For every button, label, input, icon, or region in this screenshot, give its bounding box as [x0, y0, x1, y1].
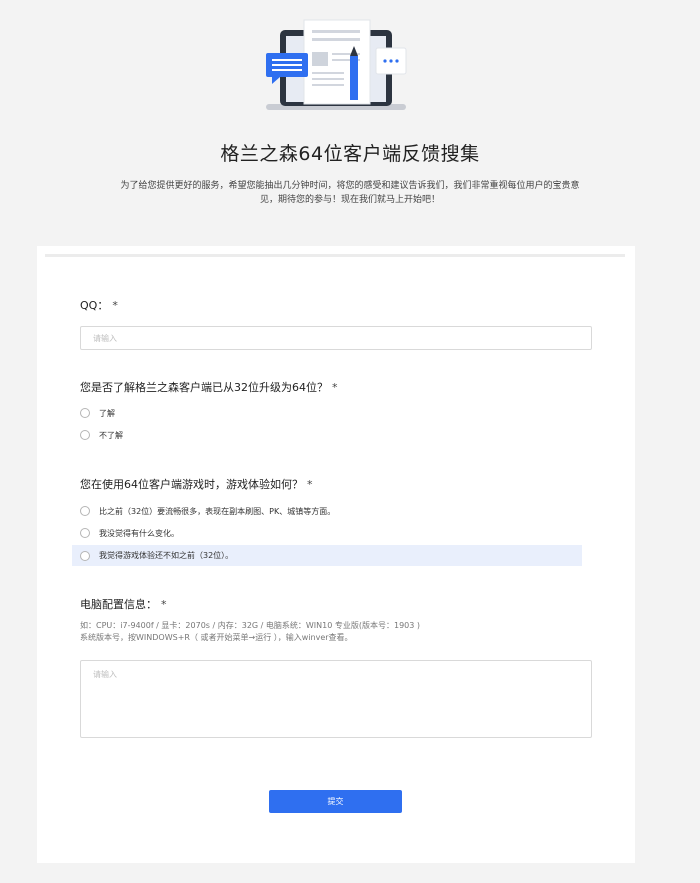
radio-circle-icon[interactable]: [80, 550, 90, 561]
description-line-1: 为了给您提供更好的服务，希望您能抽出几分钟时间，将您的感受和建议告诉我们，我们非…: [120, 181, 580, 191]
option-worse[interactable]: 我觉得游戏体验还不如之前（32位）。: [72, 545, 582, 566]
pc-config-placeholder: 请输入: [93, 670, 117, 679]
config-hint-line-1: 如：CPU：i7-9400f / 显卡：2070s / 内存：32G / 电脑系…: [80, 621, 421, 630]
survey-header: 格兰之森64位客户端反馈搜集 为了给您提供更好的服务，希望您能抽出几分钟时间，将…: [0, 0, 700, 245]
radio-circle-icon[interactable]: [80, 408, 90, 418]
page-description: 为了给您提供更好的服务，希望您能抽出几分钟时间，将您的感受和建议告诉我们，我们非…: [88, 179, 612, 207]
question-qq: QQ： *: [80, 297, 118, 313]
form-top-divider: [45, 254, 625, 257]
question-game-experience: 您在使用64位客户端游戏时，游戏体验如何？ *: [80, 476, 313, 492]
radio-circle-icon[interactable]: [80, 430, 90, 440]
config-hint-line-2: 系统版本号，按WINDOWS+R（ 或者开始菜单→运行 ），输入winver查看…: [80, 633, 353, 642]
description-line-2: 见，期待您的参与！现在我们就马上开始吧！: [259, 195, 440, 205]
radio-circle-icon[interactable]: [80, 528, 90, 538]
question-upgrade-awareness: 您是否了解格兰之森客户端已从32位升级为64位？ *: [80, 379, 338, 395]
required-mark: *: [332, 381, 338, 394]
question-experience-label: 您在使用64位客户端游戏时，游戏体验如何？: [80, 478, 303, 491]
option-label: 我觉得游戏体验还不如之前（32位）。: [99, 551, 234, 560]
question-upgrade-label: 您是否了解格兰之森客户端已从32位升级为64位？: [80, 381, 328, 394]
option-label: 不了解: [99, 430, 123, 440]
required-mark: *: [112, 299, 118, 312]
config-hint: 如：CPU：i7-9400f / 显卡：2070s / 内存：32G / 电脑系…: [80, 620, 420, 644]
submit-button[interactable]: 提交: [269, 790, 402, 813]
page-title: 格兰之森64位客户端反馈搜集: [220, 143, 480, 165]
question-qq-label: QQ：: [80, 299, 109, 312]
option-understand[interactable]: 了解: [80, 404, 115, 422]
option-smoother[interactable]: 比之前（32位）要流畅很多，表现在副本刷图、PK、城镇等方面。: [80, 502, 335, 520]
survey-form: QQ： * 请输入 您是否了解格兰之森客户端已从32位升级为64位？ * 了解 不了…: [37, 246, 635, 863]
question-config-label: 电脑配置信息：: [80, 598, 157, 611]
option-label: 了解: [99, 408, 115, 418]
qq-input[interactable]: 请输入: [80, 326, 592, 350]
option-label: 比之前（32位）要流畅很多，表现在副本刷图、PK、城镇等方面。: [99, 506, 336, 516]
option-no-change[interactable]: 我没觉得有什么变化。: [80, 524, 179, 542]
question-pc-config: 电脑配置信息： *: [80, 596, 167, 612]
qq-input-placeholder: 请输入: [93, 334, 117, 343]
required-mark: *: [307, 478, 313, 491]
survey-illustration-icon: [266, 19, 407, 110]
option-not-understand[interactable]: 不了解: [80, 426, 123, 444]
radio-circle-icon[interactable]: [80, 506, 90, 516]
option-label: 我没觉得有什么变化。: [99, 528, 179, 538]
required-mark: *: [161, 598, 167, 611]
pc-config-textarea[interactable]: 请输入: [80, 660, 592, 738]
